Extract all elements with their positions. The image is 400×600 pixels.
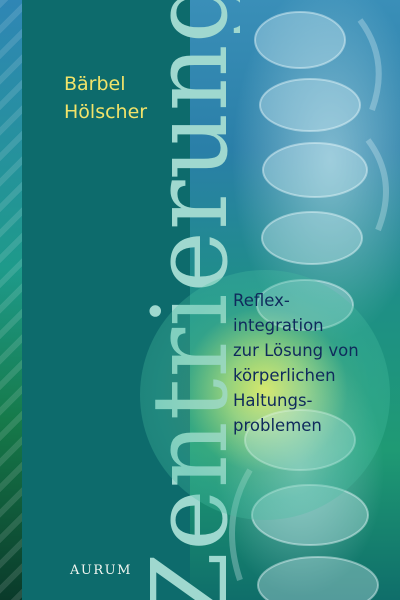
book-cover: Bärbel Hölscher Zentrierung Reflex- inte… [0,0,400,600]
subtitle-line-4: körperlichen [233,366,336,385]
publisher-name: AURUM [70,563,132,578]
subtitle-line-5: Haltungs- [233,391,313,410]
subtitle-line-3: zur Lösung von [233,341,359,360]
subtitle: Reflex- integration zur Lösung von körpe… [233,288,393,438]
subtitle-line-1: Reflex- [233,291,290,310]
subtitle-line-2: integration [233,316,324,335]
subtitle-line-6: problemen [233,416,322,435]
